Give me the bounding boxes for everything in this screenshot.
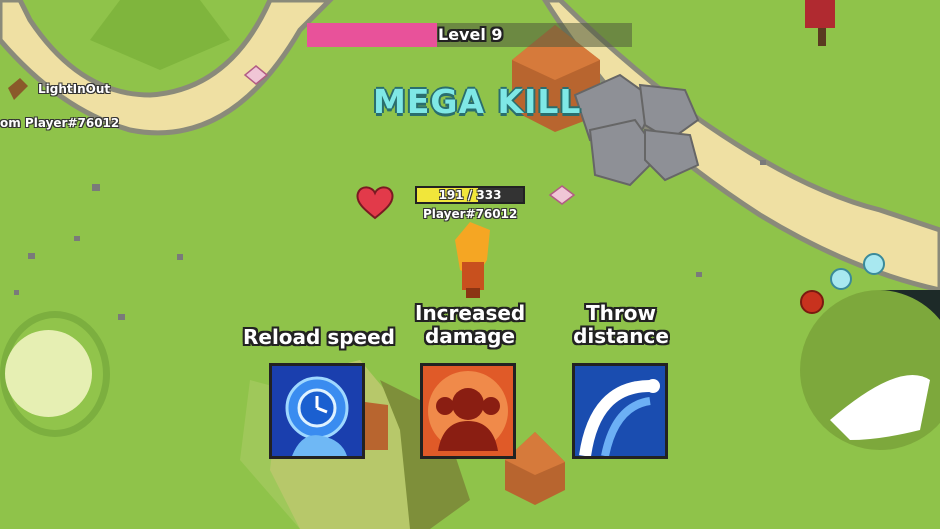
clock-icon: [272, 366, 362, 456]
enemy-name-tag: om Player#76012: [0, 116, 120, 130]
level-label: Level 9: [438, 25, 503, 44]
upgrade-label-throw-text: Throw distance: [573, 301, 669, 348]
upgrade-label-throw: Throw distance: [536, 302, 706, 348]
arc-icon: [575, 366, 665, 456]
power-icon: [423, 366, 513, 456]
upgrade-card-increased-damage[interactable]: [420, 363, 516, 459]
upgrade-label-reload: Reload speed: [242, 325, 395, 349]
player-hp-text: 191 / 333: [438, 188, 502, 202]
player-name-tag: Player#76012: [423, 207, 518, 221]
joystick-knob[interactable]: [5, 330, 92, 417]
upgrade-card-throw-distance[interactable]: [572, 363, 668, 459]
kill-announcement: MEGA KILL: [373, 82, 582, 121]
enemy-name-tag: LightInOut: [38, 82, 111, 96]
level-progress-fill: [307, 23, 437, 47]
upgrade-label-damage: Increased damage: [385, 302, 555, 348]
upgrade-label-damage-text: Increased damage: [415, 301, 526, 348]
upgrade-card-reload-speed[interactable]: [269, 363, 365, 459]
